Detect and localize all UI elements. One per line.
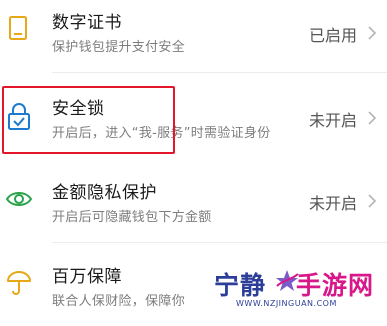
watermark-brand-part1: 宁静 <box>214 271 267 300</box>
setting-title: 数字证书 <box>52 13 122 33</box>
row-divider <box>52 72 387 73</box>
row-divider <box>52 242 387 243</box>
certificate-icon <box>5 14 33 44</box>
setting-subtitle: 开启后可隐藏钱包下方金额 <box>52 210 212 225</box>
chevron-right-icon <box>365 24 379 42</box>
setting-row-amount-privacy[interactable]: 金额隐私保护 开启后可隐藏钱包下方金额 未开启 <box>0 162 387 242</box>
setting-status: 未开启 <box>308 111 357 130</box>
watermark-logo-icon <box>274 268 300 294</box>
eye-icon <box>5 184 33 214</box>
setting-status: 已启用 <box>308 26 357 45</box>
wallet-security-settings-list: 数字证书 保护钱包提升支付安全 已启用 安全锁 开启后，进入“我-服务”时需验证… <box>0 0 387 326</box>
setting-title: 百万保障 <box>52 267 122 287</box>
highlight-annotation-box <box>2 86 175 154</box>
chevron-right-icon <box>365 109 379 127</box>
watermark-brand-part2: 手游网 <box>296 271 375 300</box>
setting-row-digital-certificate[interactable]: 数字证书 保护钱包提升支付安全 已启用 <box>0 0 387 72</box>
watermark-url: WWW.NZJINGUAN.COM <box>236 299 337 308</box>
setting-title: 金额隐私保护 <box>52 183 157 203</box>
setting-status: 未开启 <box>308 194 357 213</box>
setting-subtitle: 保护钱包提升支付安全 <box>52 40 186 55</box>
chevron-right-icon <box>365 192 379 210</box>
umbrella-icon <box>5 268 33 298</box>
setting-subtitle: 联合人保财险，保障你 <box>52 294 186 309</box>
site-watermark: 宁静 手游网 WWW.NZJINGUAN.COM <box>208 262 387 312</box>
